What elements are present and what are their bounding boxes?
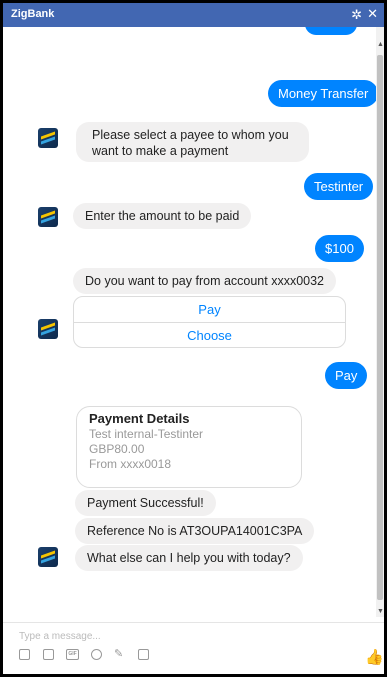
message-list: Money Transfer Please select a payee to … [3,27,376,617]
choose-option-button[interactable]: Choose [74,323,345,349]
title-bar: ZigBank ✲ ✕ [3,3,384,27]
attachment-icon[interactable]: ✎ [114,649,125,660]
gear-icon[interactable]: ✲ [351,7,362,23]
outgoing-message: $100 [315,235,364,262]
sticker-icon[interactable] [43,649,54,660]
payment-details-card: Payment Details Test internal-Testinter … [76,406,302,488]
bot-avatar [38,319,58,339]
close-icon[interactable]: ✕ [367,6,378,22]
message-input[interactable]: Type a message... [19,631,101,642]
scroll-down-icon[interactable]: ▼ [377,608,384,615]
gif-icon[interactable]: GIF [66,649,79,660]
quick-reply-card: Pay Choose [73,296,346,348]
incoming-message: What else can I help you with today? [75,545,303,571]
camera-icon[interactable] [138,649,149,660]
incoming-message: Reference No is AT3OUPA14001C3PA [75,518,315,544]
bot-avatar [38,547,58,567]
payment-payee: Test internal-Testinter [89,427,204,441]
previous-outgoing-bubble [305,27,357,35]
payment-from: From xxxx0018 [89,457,172,471]
scroll-up-icon[interactable]: ▲ [377,41,384,48]
incoming-message: Do you want to pay from account xxxx0032 [73,268,337,294]
incoming-message: Please select a payee to whom you want t… [76,122,309,162]
chat-window: ZigBank ✲ ✕ Money Transfer Please select… [0,0,387,677]
payment-details-title: Payment Details [89,411,190,426]
image-icon[interactable] [19,649,30,660]
pay-option-button[interactable]: Pay [74,297,345,323]
window-title: ZigBank [11,8,55,20]
outgoing-message: Testinter [304,173,374,200]
payment-amount: GBP80.00 [89,442,145,456]
bot-avatar [38,128,58,148]
scrollbar[interactable]: ▲ ▼ [376,27,384,617]
outgoing-message: Money Transfer [268,80,376,107]
bot-avatar [38,207,58,227]
thumbs-up-icon[interactable]: 👍 [365,648,384,666]
emoji-icon[interactable] [91,649,102,660]
scrollbar-thumb[interactable] [377,55,383,600]
message-composer: Type a message... GIF ✎ 👍 [3,622,384,674]
outgoing-message: Pay [325,362,368,389]
incoming-message: Payment Successful! [75,490,216,516]
incoming-message: Enter the amount to be paid [73,203,252,229]
